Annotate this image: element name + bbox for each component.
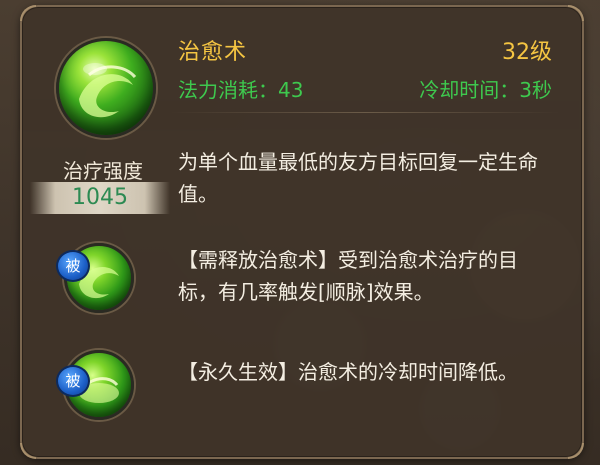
header-divider	[170, 112, 560, 113]
panel-corner-ornament	[20, 443, 36, 459]
panel-corner-ornament	[568, 5, 584, 21]
skill-name: 治愈术	[178, 40, 248, 65]
healing-skill-icon	[56, 38, 156, 138]
cooldown-time: 冷却时间：3秒	[419, 78, 552, 102]
panel-corner-ornament	[568, 443, 584, 459]
mana-cost: 法力消耗：43	[178, 78, 304, 102]
game-screen: 治疗强度 1045 治愈术 32级 法力消耗：43 冷却时间：3秒 为单个血量最…	[0, 0, 600, 465]
passive-description: 【永久生效】治愈术的冷却时间降低。	[178, 360, 518, 384]
healing-strength-label: 治疗强度	[63, 159, 143, 183]
skill-description: 为单个血量最低的友方目标回复一定生命值。	[178, 150, 538, 206]
passive-description: 【需释放治愈术】受到治愈术治疗的目标，有几率触发[顺脉]效果。	[178, 248, 518, 304]
healing-strength-value: 1045	[72, 185, 128, 210]
skill-level: 32级	[502, 40, 552, 65]
panel-corner-ornament	[20, 5, 36, 21]
passive-badge: 被	[56, 365, 90, 397]
healing-swirl-icon	[79, 63, 137, 118]
passive-badge: 被	[56, 250, 90, 282]
